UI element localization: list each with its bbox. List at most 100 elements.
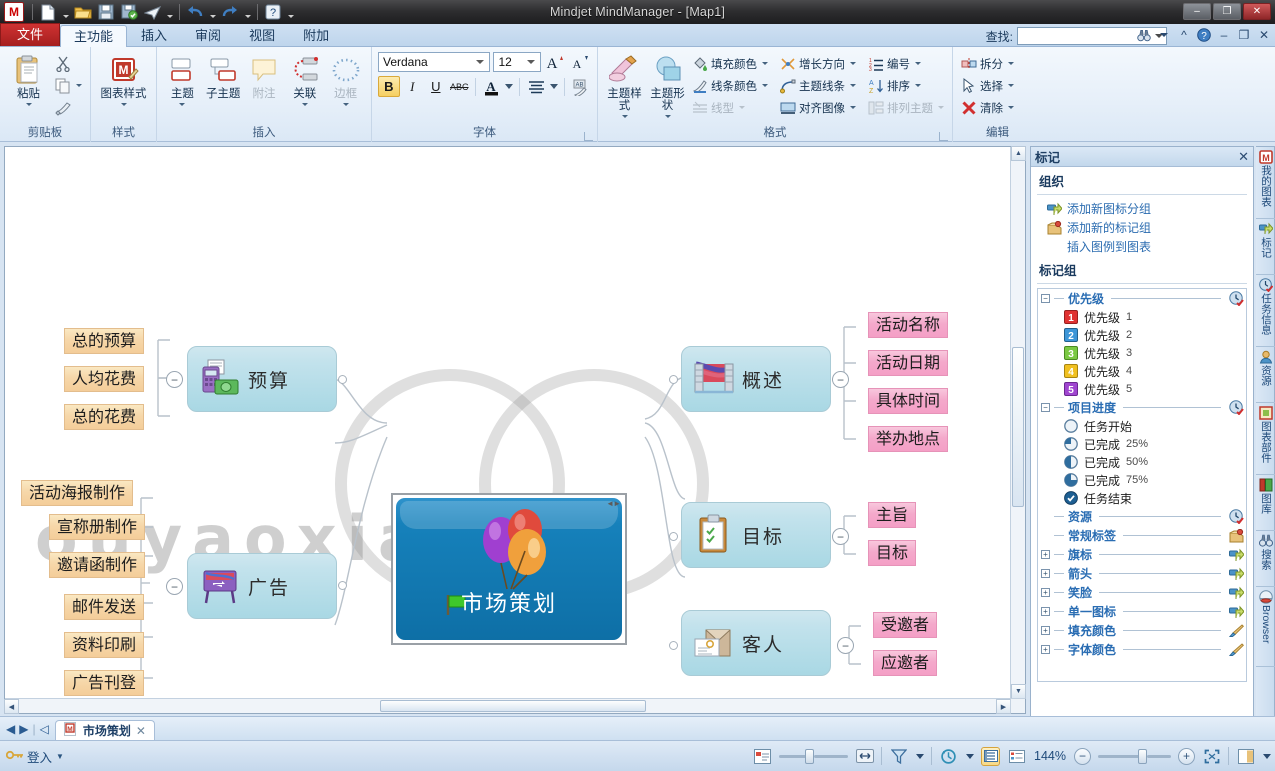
chevron-down-icon[interactable] [762, 84, 768, 87]
vertical-scroll-thumb[interactable] [1012, 347, 1024, 507]
expand-icon[interactable]: + [1041, 569, 1050, 578]
zoom-slider[interactable] [1098, 748, 1171, 764]
task-info-icon[interactable] [1228, 509, 1244, 525]
tab-review[interactable]: 审阅 [181, 24, 235, 46]
maximize-button[interactable]: ❐ [1213, 3, 1241, 20]
marker-progress-0[interactable]: 任务开始 [1038, 417, 1246, 435]
marker-group-icon[interactable] [1228, 528, 1244, 544]
sidebar-item-map-parts[interactable]: 图表部件 [1256, 403, 1275, 475]
connector-dot[interactable] [669, 375, 678, 384]
marker-group-smileys[interactable]: + 笑脸 [1038, 583, 1246, 602]
slider-knob[interactable] [805, 748, 814, 764]
leaf-ads-5[interactable]: 广告刊登 [64, 670, 145, 696]
sidebar-item-task-info[interactable]: 任务信息 [1256, 275, 1275, 347]
help-circle-icon[interactable]: ? [1197, 28, 1211, 42]
add-icon-group-icon[interactable] [1228, 604, 1244, 620]
chevron-down-icon[interactable] [179, 103, 186, 106]
panel-dropdown-icon[interactable] [1262, 747, 1271, 766]
add-icon-group-icon[interactable] [1228, 566, 1244, 582]
task-info-icon[interactable] [1228, 400, 1244, 416]
drag-handle-icon[interactable]: ◄► [606, 499, 621, 508]
insert-boundary-button[interactable]: 边框 [325, 51, 366, 106]
align-image-button[interactable]: 对齐图像 [777, 97, 859, 118]
clear-button[interactable]: 清除 [958, 97, 1017, 118]
chevron-down-icon[interactable] [664, 115, 671, 118]
expand-icon[interactable]: + [1041, 588, 1050, 597]
tab-addins[interactable]: 附加 [289, 24, 343, 46]
numbering-button[interactable]: 123 编号 [865, 53, 947, 74]
chevron-down-icon[interactable] [915, 84, 921, 87]
doc-minimize-icon[interactable]: – [1217, 28, 1231, 42]
marker-group-priority[interactable]: − 优先级 [1038, 289, 1246, 308]
sidebar-item-resources[interactable]: 资源 [1256, 347, 1275, 403]
align-dropdown[interactable] [549, 76, 559, 97]
history-dropdown-icon[interactable] [965, 747, 974, 766]
undo-icon[interactable] [184, 2, 206, 22]
add-icon-group-link[interactable]: 添加新图标分组 [1031, 199, 1253, 218]
leaf-ads-2[interactable]: 邀请函制作 [49, 552, 146, 578]
send-dropdown[interactable] [164, 2, 175, 22]
leaf-ads-4[interactable]: 资料印刷 [64, 632, 145, 658]
chevron-down-icon[interactable] [938, 106, 944, 109]
chevron-down-icon[interactable] [621, 115, 628, 118]
zoom-out-button[interactable]: − [1074, 747, 1091, 765]
sort-button[interactable]: AZ 排序 [865, 75, 947, 96]
collapse-goal[interactable]: − [832, 528, 849, 545]
connector-dot[interactable] [669, 641, 678, 650]
marker-priority-2[interactable]: 2 优先级 2 [1038, 326, 1246, 344]
cut-button[interactable] [52, 53, 85, 74]
topic-budget[interactable]: 预算 [187, 346, 337, 412]
help-icon[interactable]: ? [262, 2, 284, 22]
leaf-budget-2[interactable]: 总的花费 [64, 404, 145, 430]
balance-map-icon[interactable] [753, 747, 772, 766]
nav-back-icon[interactable]: ◀ [6, 722, 15, 736]
topic-goal[interactable]: 目标 [681, 502, 831, 568]
marker-group-single-icons[interactable]: + 单一图标 [1038, 602, 1246, 621]
scroll-up-arrow[interactable]: ▲ [1011, 146, 1026, 161]
insert-callout-button[interactable]: 附注 [244, 51, 285, 100]
grow-font-button[interactable]: A [544, 51, 566, 72]
leaf-goal-1[interactable]: 目标 [868, 540, 917, 566]
chevron-down-icon[interactable] [915, 62, 921, 65]
brush-icon[interactable] [1228, 642, 1244, 658]
marker-group-font-color[interactable]: + 字体颜色 [1038, 640, 1246, 659]
chevron-down-icon[interactable] [76, 84, 82, 87]
fit-width-icon[interactable] [855, 747, 874, 766]
chevron-down-icon[interactable] [25, 103, 32, 106]
find-binoculars-icon[interactable] [1137, 28, 1151, 42]
leaf-overview-1[interactable]: 活动日期 [868, 350, 949, 376]
doc-close-icon[interactable]: ✕ [1257, 28, 1271, 42]
font-family-select[interactable]: Verdana [378, 51, 491, 72]
chevron-down-icon[interactable] [120, 103, 127, 106]
insert-subtopic-button[interactable]: 子主题 [203, 51, 244, 100]
collapse-budget[interactable]: − [166, 371, 183, 388]
save-check-icon[interactable] [118, 2, 140, 22]
connector-dot[interactable] [669, 532, 678, 541]
expand-icon[interactable]: + [1041, 645, 1050, 654]
tab-view[interactable]: 视图 [235, 24, 289, 46]
connector-dot[interactable] [338, 375, 347, 384]
topic-overview[interactable]: 概述 [681, 346, 831, 412]
chevron-down-icon[interactable] [850, 106, 856, 109]
format-dialog-launcher[interactable] [939, 132, 948, 141]
filter-dropdown-icon[interactable] [915, 747, 924, 766]
marker-groups-list[interactable]: − 优先级 1 优先级 1 2 优先级 2 3 优先级 3 4 优先级 4 5 … [1037, 288, 1247, 682]
detail-slider[interactable] [779, 748, 848, 764]
leaf-ads-1[interactable]: 宣称册制作 [49, 514, 146, 540]
center-topic[interactable]: 市场策划 ◄► [391, 493, 627, 645]
collapse-advertising[interactable]: − [166, 578, 183, 595]
new-document-icon[interactable] [37, 2, 59, 22]
task-info-icon[interactable] [1228, 291, 1244, 307]
redo-icon[interactable] [219, 2, 241, 22]
zoom-knob[interactable] [1138, 748, 1147, 764]
minimize-button[interactable]: – [1183, 3, 1211, 20]
leaf-goal-0[interactable]: 主旨 [868, 502, 917, 528]
scroll-down-arrow[interactable]: ▼ [1011, 684, 1026, 699]
leaf-guest-1[interactable]: 应邀者 [873, 650, 938, 676]
marker-group-flags[interactable]: + 旗标 [1038, 545, 1246, 564]
marker-priority-4[interactable]: 4 优先级 4 [1038, 362, 1246, 380]
scroll-right-arrow[interactable]: ▶ [996, 699, 1011, 714]
fit-to-window-icon[interactable] [1202, 747, 1221, 766]
canvas-resize-corner[interactable] [1010, 698, 1025, 713]
font-color-dropdown[interactable] [505, 76, 515, 97]
